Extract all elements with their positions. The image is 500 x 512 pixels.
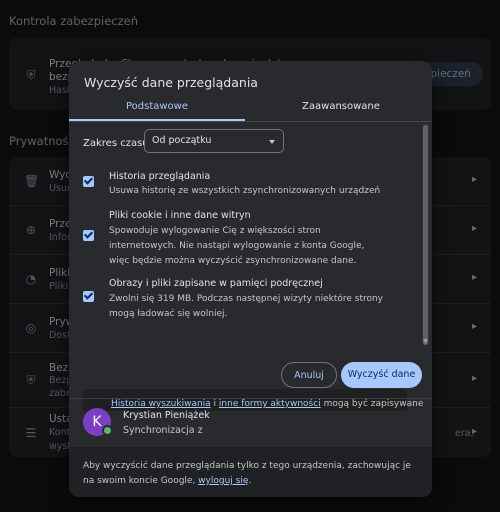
option-desc: Zwolni się 319 MB. Podczas następnej wiz… — [109, 294, 384, 319]
option-cache[interactable]: Obrazy i pliki zapisane w pamięci podręc… — [83, 278, 414, 324]
time-range-select[interactable]: Od początku — [144, 129, 284, 153]
time-range-label: Zakres czasu — [83, 138, 149, 149]
checkbox-browsing-history[interactable] — [83, 176, 94, 187]
search-history-link[interactable]: Historia wyszukiwania — [111, 399, 211, 409]
option-desc: Spowoduje wylogowanie Cię z większości s… — [109, 226, 365, 266]
tab-advanced[interactable]: Zaawansowane — [250, 95, 432, 121]
option-cookies[interactable]: Pliki cookie i inne dane witryn Spowoduj… — [83, 210, 414, 272]
other-activity-link[interactable]: inne formy aktywności — [219, 399, 321, 409]
option-title: Historia przeglądania — [109, 171, 211, 182]
tab-basic[interactable]: Podstawowe — [69, 95, 245, 121]
sign-out-link[interactable]: wyloguj się — [198, 476, 248, 486]
info-text-rest: mogą być zapisywane — [320, 399, 424, 409]
clear-browsing-data-dialog: Wyczyść dane przeglądania Podstawowe Zaa… — [69, 61, 432, 497]
checkbox-cookies[interactable] — [83, 230, 94, 241]
option-title: Pliki cookie i inne dane witryn — [109, 210, 251, 221]
account-name: Krystian Pieniążek — [123, 410, 210, 421]
info-text: Historia wyszukiwania i inne formy aktyw… — [111, 399, 423, 409]
scrollbar-thumb[interactable] — [423, 125, 428, 345]
dialog-title: Wyczyść dane przeglądania — [84, 75, 258, 90]
footer-text: Aby wyczyścić dane przeglądania tylko z … — [83, 459, 421, 489]
search-history-info: Historia wyszukiwania i inne formy aktyw… — [83, 389, 423, 411]
option-browsing-history[interactable]: Historia przeglądania Usuwa historię ze … — [83, 171, 414, 201]
time-range-value: Od początku — [152, 135, 212, 146]
dialog-footer: Aby wyczyścić dane przeglądania tylko z … — [69, 447, 432, 497]
option-title: Obrazy i pliki zapisane w pamięci podręc… — [109, 278, 323, 289]
info-text-mid: i — [210, 399, 219, 409]
caret-down-icon — [269, 140, 275, 144]
scroll-down-icon[interactable]: ▼ — [422, 338, 429, 345]
divider — [69, 398, 432, 399]
cancel-button[interactable]: Anuluj — [281, 362, 337, 388]
checkbox-cache[interactable] — [83, 291, 94, 302]
clear-data-button[interactable]: Wyczyść dane — [341, 362, 422, 388]
dialog-tabs: Podstawowe Zaawansowane — [69, 95, 432, 122]
option-desc: Usuwa historię ze wszystkich zsynchroniz… — [109, 186, 381, 196]
footer-text-end: . — [248, 476, 252, 486]
sync-badge-icon — [102, 425, 113, 436]
account-sync-status: Synchronizacja z — [123, 425, 203, 436]
